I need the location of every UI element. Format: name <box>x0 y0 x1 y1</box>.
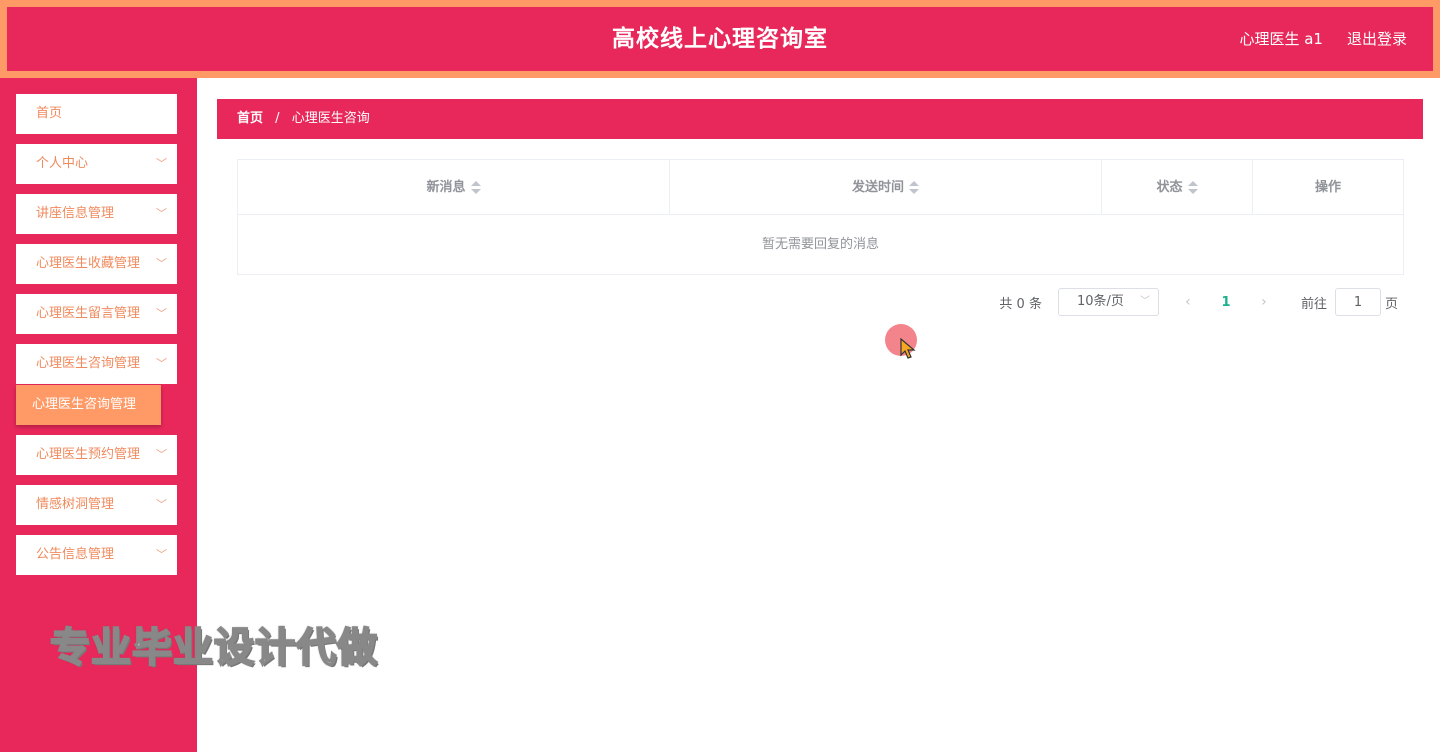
column-label: 状态 <box>1156 180 1183 195</box>
breadcrumb-separator: / <box>275 111 280 126</box>
chevron-right-icon[interactable]: › <box>1249 294 1279 310</box>
column-label: 发送时间 <box>851 180 904 195</box>
sidebar-item-announcement[interactable]: 公告信息管理 ﹀ <box>16 535 177 575</box>
app-title: 高校线上心理咨询室 <box>612 26 828 52</box>
chevron-down-icon: ﹀ <box>156 448 167 461</box>
chevron-down-icon: ﹀ <box>1139 296 1150 307</box>
consultation-table: 新消息 发送时间 状态 操作 暂无需要回复的消息 <box>237 159 1404 275</box>
sidebar-item-home[interactable]: 首页 <box>16 94 177 134</box>
sidebar-item-messages[interactable]: 心理医生留言管理 ﹀ <box>16 294 177 334</box>
column-label: 新消息 <box>426 180 466 195</box>
watermark-text: 专业毕业设计代做 <box>49 624 378 672</box>
chevron-down-icon: ﹀ <box>156 357 167 370</box>
sort-icon[interactable] <box>470 180 481 195</box>
chevron-down-icon: ﹀ <box>156 257 167 270</box>
column-header-new-message[interactable]: 新消息 <box>238 160 670 215</box>
pagination: 共 0 条 10条/页 ﹀ ‹ 1 › 前往 页 <box>999 288 1398 316</box>
cursor-arrow-icon <box>900 338 916 359</box>
chevron-down-icon: ﹀ <box>156 498 167 511</box>
pagination-total: 共 0 条 <box>999 296 1042 312</box>
goto-label: 前往 <box>1300 296 1327 312</box>
chevron-down-icon: ﹀ <box>156 207 167 220</box>
column-header-action: 操作 <box>1253 160 1403 215</box>
sidebar-item-label: 首页 <box>36 106 63 121</box>
sidebar-item-label: 公告信息管理 <box>36 547 115 562</box>
current-user: 心理医生 a1 <box>1239 30 1323 48</box>
page-number-current[interactable]: 1 <box>1211 295 1241 310</box>
header-user-area: 心理医生 a1 退出登录 <box>1239 7 1407 71</box>
chevron-down-icon: ﹀ <box>156 307 167 320</box>
sidebar-item-label: 心理医生收藏管理 <box>36 256 141 271</box>
chevron-down-icon: ﹀ <box>156 548 167 561</box>
sort-icon[interactable] <box>909 180 919 195</box>
breadcrumb: 首页 / 心理医生咨询 <box>217 99 1423 139</box>
sort-icon[interactable] <box>1187 180 1198 195</box>
sidebar-item-label: 讲座信息管理 <box>36 206 115 221</box>
sidebar-item-tree-hole[interactable]: 情感树洞管理 ﹀ <box>16 485 177 525</box>
chevron-down-icon: ﹀ <box>156 157 167 170</box>
table-header: 新消息 发送时间 状态 操作 <box>238 160 1403 215</box>
logout-button[interactable]: 退出登录 <box>1347 7 1407 71</box>
sidebar-item-consultation[interactable]: 心理医生咨询管理 ﹀ <box>16 344 177 384</box>
page-size-value: 10条/页 <box>1076 294 1124 309</box>
column-header-send-time[interactable]: 发送时间 <box>670 160 1102 215</box>
column-label: 操作 <box>1314 180 1341 195</box>
sidebar-item-appointment[interactable]: 心理医生预约管理 ﹀ <box>16 435 177 475</box>
column-header-status[interactable]: 状态 <box>1102 160 1253 215</box>
page-size-select[interactable]: 10条/页 ﹀ <box>1057 288 1159 316</box>
sidebar-item-personal-center[interactable]: 个人中心 ﹀ <box>16 144 177 184</box>
sidebar-item-favorites[interactable]: 心理医生收藏管理 ﹀ <box>16 244 177 284</box>
breadcrumb-home[interactable]: 首页 <box>237 111 263 126</box>
sidebar-item-label: 个人中心 <box>36 156 89 171</box>
sidebar-item-label: 心理医生咨询管理 <box>36 356 141 371</box>
table-empty-text: 暂无需要回复的消息 <box>761 237 879 252</box>
page-suffix: 页 <box>1384 296 1398 312</box>
breadcrumb-current: 心理医生咨询 <box>291 111 370 126</box>
sidebar-item-label: 心理医生预约管理 <box>36 447 141 462</box>
sidebar-item-label: 心理医生留言管理 <box>36 306 141 321</box>
chevron-left-icon[interactable]: ‹ <box>1173 294 1203 310</box>
header-bar: 高校线上心理咨询室 心理医生 a1 退出登录 <box>7 7 1433 71</box>
header: 高校线上心理咨询室 心理医生 a1 退出登录 <box>0 0 1440 78</box>
sidebar-item-lecture[interactable]: 讲座信息管理 ﹀ <box>16 194 177 234</box>
goto-page-input[interactable] <box>1334 288 1381 316</box>
submenu-item-consultation-management[interactable]: 心理医生咨询管理 <box>16 385 161 425</box>
sidebar-item-label: 情感树洞管理 <box>36 497 115 512</box>
